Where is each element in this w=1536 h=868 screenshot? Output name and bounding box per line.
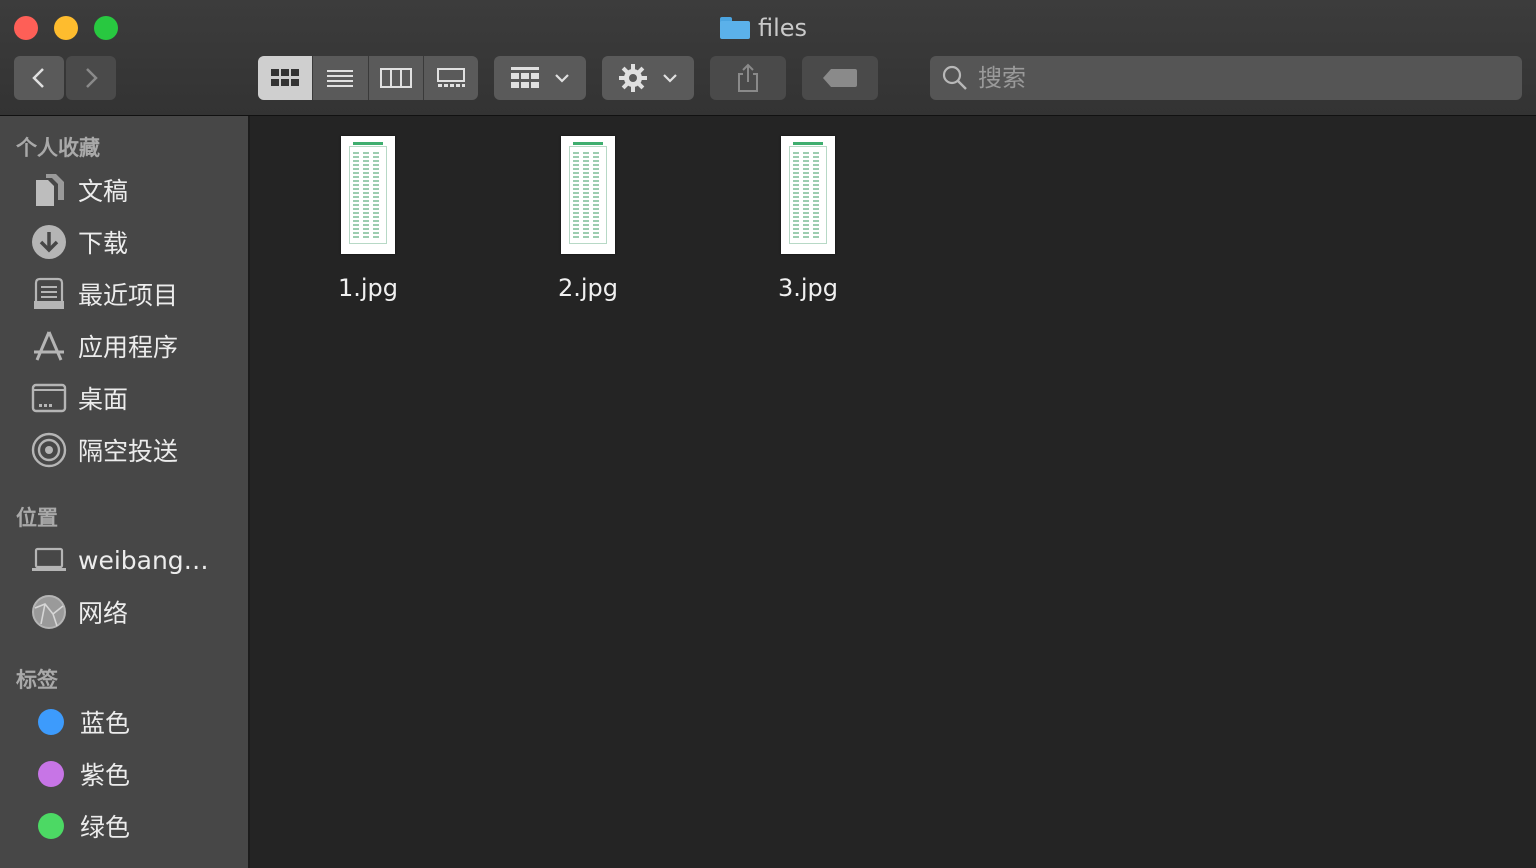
chevron-down-icon <box>555 74 569 83</box>
locations-header: 位置 <box>16 506 58 530</box>
gallery-icon <box>436 68 465 87</box>
group-by-button[interactable] <box>494 56 586 100</box>
sidebar-item-airdrop[interactable]: 隔空投送 <box>30 428 240 472</box>
file-item[interactable]: 2.jpg <box>518 136 658 302</box>
sidebar-item-desktop[interactable]: 桌面 <box>30 376 240 420</box>
sidebar-item-label: 下载 <box>78 229 129 258</box>
sidebar-item-recents[interactable]: 最近项目 <box>30 272 240 316</box>
sidebar-item-label: 蓝色 <box>80 709 131 738</box>
file-name: 2.jpg <box>557 274 619 302</box>
file-item[interactable]: 3.jpg <box>738 136 878 302</box>
share-icon <box>738 63 758 92</box>
blue-tag-icon <box>38 709 64 735</box>
list-view-button[interactable] <box>313 56 369 100</box>
image-thumbnail-icon <box>341 136 395 254</box>
tags-button[interactable] <box>802 56 878 100</box>
recents-icon <box>30 275 68 313</box>
sidebar-item-label: weibang… <box>78 545 209 575</box>
gear-icon <box>619 64 647 92</box>
close-window-button[interactable] <box>14 16 38 40</box>
sidebar-item-downloads[interactable]: 下载 <box>30 220 240 264</box>
network-icon <box>30 593 68 631</box>
sidebar-item-tag-blue[interactable]: 蓝色 <box>30 700 240 744</box>
search-input[interactable] <box>976 63 1500 93</box>
sidebar: 个人收藏 文稿 下载 最近项目 应用程序 桌面 隔空投送 位置 weibang…… <box>0 116 250 868</box>
list-icon <box>327 70 354 87</box>
back-button[interactable] <box>14 56 64 100</box>
purple-tag-icon <box>38 761 64 787</box>
laptop-icon <box>30 541 68 579</box>
sidebar-item-network[interactable]: 网络 <box>30 590 240 634</box>
search-field[interactable] <box>930 56 1522 100</box>
sidebar-item-label: 文稿 <box>78 177 129 206</box>
green-tag-icon <box>38 813 64 839</box>
file-icon-grid: 1.jpg 2.jpg 3.jpg <box>250 116 1536 868</box>
sidebar-item-label: 桌面 <box>78 385 129 414</box>
sidebar-item-label: 应用程序 <box>78 333 179 362</box>
toolbar: files <box>0 0 1536 116</box>
sidebar-item-label: 最近项目 <box>78 281 179 310</box>
image-thumbnail-icon <box>561 136 615 254</box>
file-name: 3.jpg <box>777 274 839 302</box>
group-icon <box>511 67 539 88</box>
sidebar-item-tag-purple[interactable]: 紫色 <box>30 752 240 796</box>
tags-header: 标签 <box>16 668 58 692</box>
minimize-window-button[interactable] <box>54 16 78 40</box>
desktop-icon <box>30 379 68 417</box>
tag-icon <box>823 69 857 87</box>
columns-icon <box>379 68 412 88</box>
action-menu-button[interactable] <box>602 56 694 100</box>
airdrop-icon <box>30 431 68 469</box>
sidebar-item-label: 绿色 <box>80 813 131 842</box>
view-mode-selector[interactable] <box>258 56 478 100</box>
file-name: 1.jpg <box>337 274 399 302</box>
window-title-label: files <box>758 14 808 42</box>
share-button[interactable] <box>710 56 786 100</box>
sidebar-item-tag-green[interactable]: 绿色 <box>30 804 240 848</box>
chevron-down-icon <box>663 74 677 83</box>
sidebar-item-label: 紫色 <box>80 761 131 790</box>
image-thumbnail-icon <box>781 136 835 254</box>
sidebar-item-label: 网络 <box>78 599 129 628</box>
forward-button[interactable] <box>66 56 116 100</box>
document-icon <box>30 171 68 209</box>
icon-grid-icon <box>271 69 300 86</box>
applications-icon <box>30 327 68 365</box>
icon-view-button[interactable] <box>258 56 314 100</box>
favorites-header: 个人收藏 <box>16 136 100 160</box>
search-icon <box>942 65 967 90</box>
gallery-view-button[interactable] <box>424 56 478 100</box>
sidebar-item-documents[interactable]: 文稿 <box>30 168 240 212</box>
sidebar-item-computer[interactable]: weibang… <box>30 538 240 582</box>
chevron-left-icon <box>32 68 44 88</box>
chevron-right-icon <box>86 68 98 88</box>
download-icon <box>30 223 68 261</box>
folder-icon <box>720 17 750 39</box>
column-view-button[interactable] <box>369 56 424 100</box>
window-title: files <box>720 12 807 44</box>
file-item[interactable]: 1.jpg <box>298 136 438 302</box>
zoom-window-button[interactable] <box>94 16 118 40</box>
sidebar-item-applications[interactable]: 应用程序 <box>30 324 240 368</box>
sidebar-item-label: 隔空投送 <box>78 437 179 466</box>
